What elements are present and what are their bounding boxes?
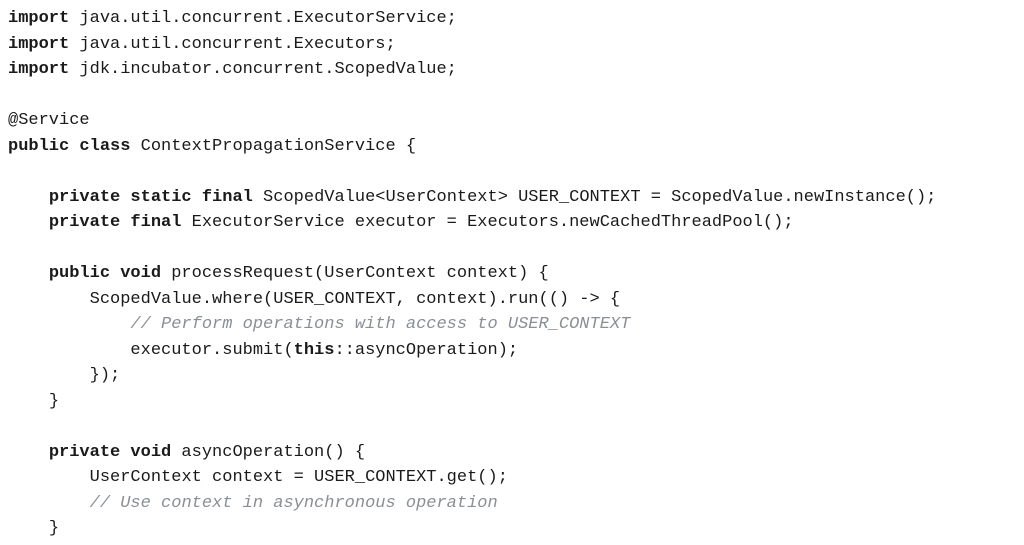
code-token: private void <box>49 443 171 462</box>
code-token: // Use context in asynchronous operation <box>90 494 498 513</box>
code-token: ScopedValue.where(USER_CONTEXT, context)… <box>90 290 621 309</box>
code-token <box>8 315 130 334</box>
code-token: ::asyncOperation); <box>334 341 518 360</box>
code-token: import <box>8 9 69 28</box>
code-token <box>8 494 90 513</box>
code-token: asyncOperation() { <box>171 443 365 462</box>
code-token <box>8 468 90 487</box>
code-token: this <box>294 341 335 360</box>
code-token: private static final <box>49 188 253 207</box>
code-token: java.util.concurrent.ExecutorService; <box>69 9 457 28</box>
code-token: UserContext context = USER_CONTEXT.get()… <box>90 468 508 487</box>
code-token <box>8 213 49 232</box>
code-token: processRequest(UserContext context) { <box>161 264 549 283</box>
code-token <box>8 443 49 462</box>
code-token: import <box>8 60 69 79</box>
code-block: import java.util.concurrent.ExecutorServ… <box>0 0 1024 545</box>
code-token: ScopedValue<UserContext> USER_CONTEXT = … <box>253 188 937 207</box>
code-token <box>8 366 90 385</box>
code-token: }); <box>90 366 121 385</box>
code-token: executor.submit( <box>130 341 293 360</box>
code-token: private final <box>49 213 182 232</box>
code-token: } <box>49 392 59 411</box>
code-token <box>8 519 49 538</box>
code-token: @Service <box>8 111 90 130</box>
code-token: // Perform operations with access to USE… <box>130 315 630 334</box>
code-token: java.util.concurrent.Executors; <box>69 35 395 54</box>
code-token <box>8 392 49 411</box>
code-token: import <box>8 35 69 54</box>
code-token <box>8 341 130 360</box>
code-token: } <box>49 519 59 538</box>
code-token: ExecutorService executor = Executors.new… <box>181 213 793 232</box>
code-token: public void <box>49 264 161 283</box>
code-token: public class <box>8 137 130 156</box>
code-token <box>8 290 90 309</box>
code-token <box>8 264 49 283</box>
code-token: jdk.incubator.concurrent.ScopedValue; <box>69 60 457 79</box>
code-token <box>8 188 49 207</box>
code-token: ContextPropagationService { <box>130 137 416 156</box>
